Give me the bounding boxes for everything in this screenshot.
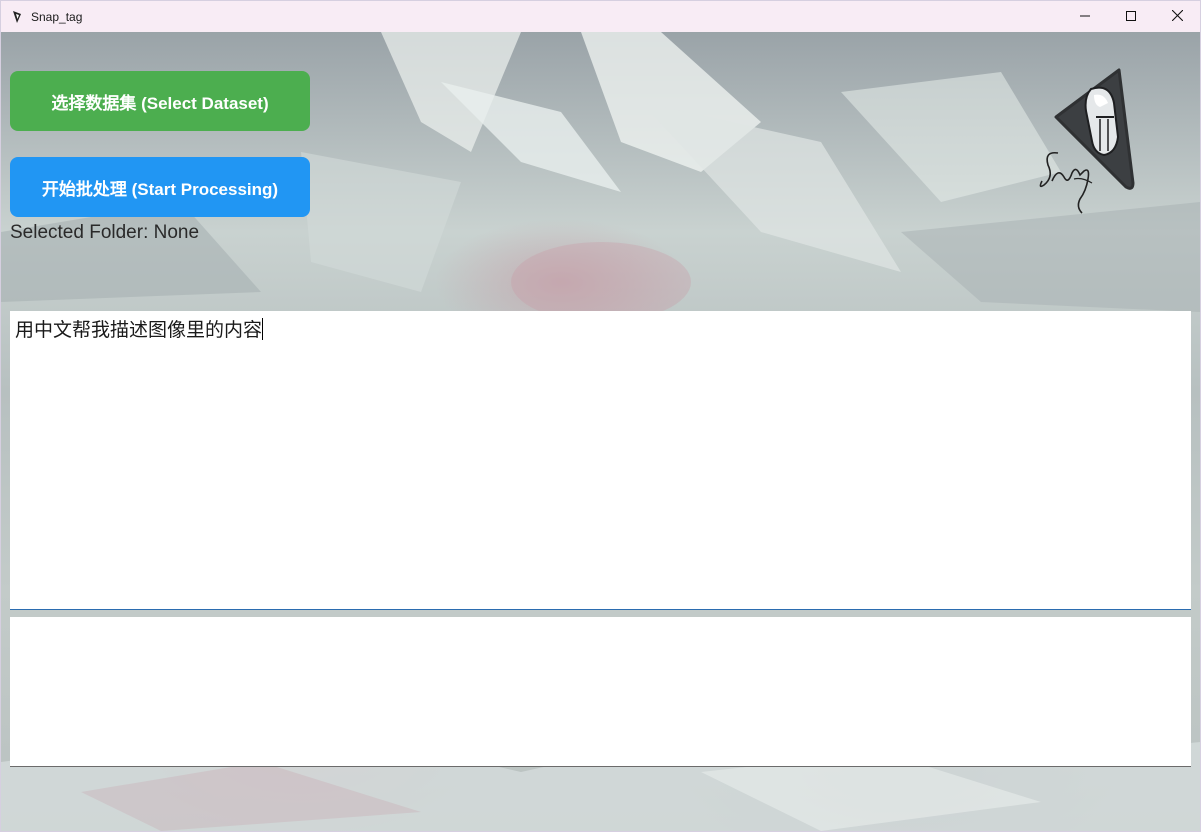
output-textarea[interactable] — [10, 617, 1191, 767]
snap-logo-icon — [1034, 67, 1139, 222]
prompt-textarea[interactable]: 用中文帮我描述图像里的内容 — [10, 311, 1191, 610]
close-button[interactable] — [1154, 1, 1200, 32]
close-icon — [1171, 8, 1183, 26]
selected-folder-label: Selected Folder: None — [10, 222, 200, 243]
minimize-button[interactable] — [1062, 1, 1108, 32]
text-caret — [262, 318, 264, 340]
minimize-icon — [1080, 8, 1090, 26]
app-icon — [9, 9, 25, 25]
maximize-icon — [1126, 8, 1136, 26]
maximize-button[interactable] — [1108, 1, 1154, 32]
app-window: Snap_tag 选择数据集 (Select Dataset) 开始批处理 (S… — [0, 0, 1201, 832]
start-processing-button[interactable]: 开始批处理 (Start Processing) — [10, 157, 310, 217]
select-dataset-button[interactable]: 选择数据集 (Select Dataset) — [10, 71, 310, 131]
window-controls — [1062, 1, 1200, 32]
title-bar[interactable]: Snap_tag — [1, 1, 1200, 32]
client-area: 选择数据集 (Select Dataset) 开始批处理 (Start Proc… — [1, 32, 1200, 831]
prompt-text: 用中文帮我描述图像里的内容 — [15, 319, 263, 341]
window-title: Snap_tag — [31, 9, 83, 24]
